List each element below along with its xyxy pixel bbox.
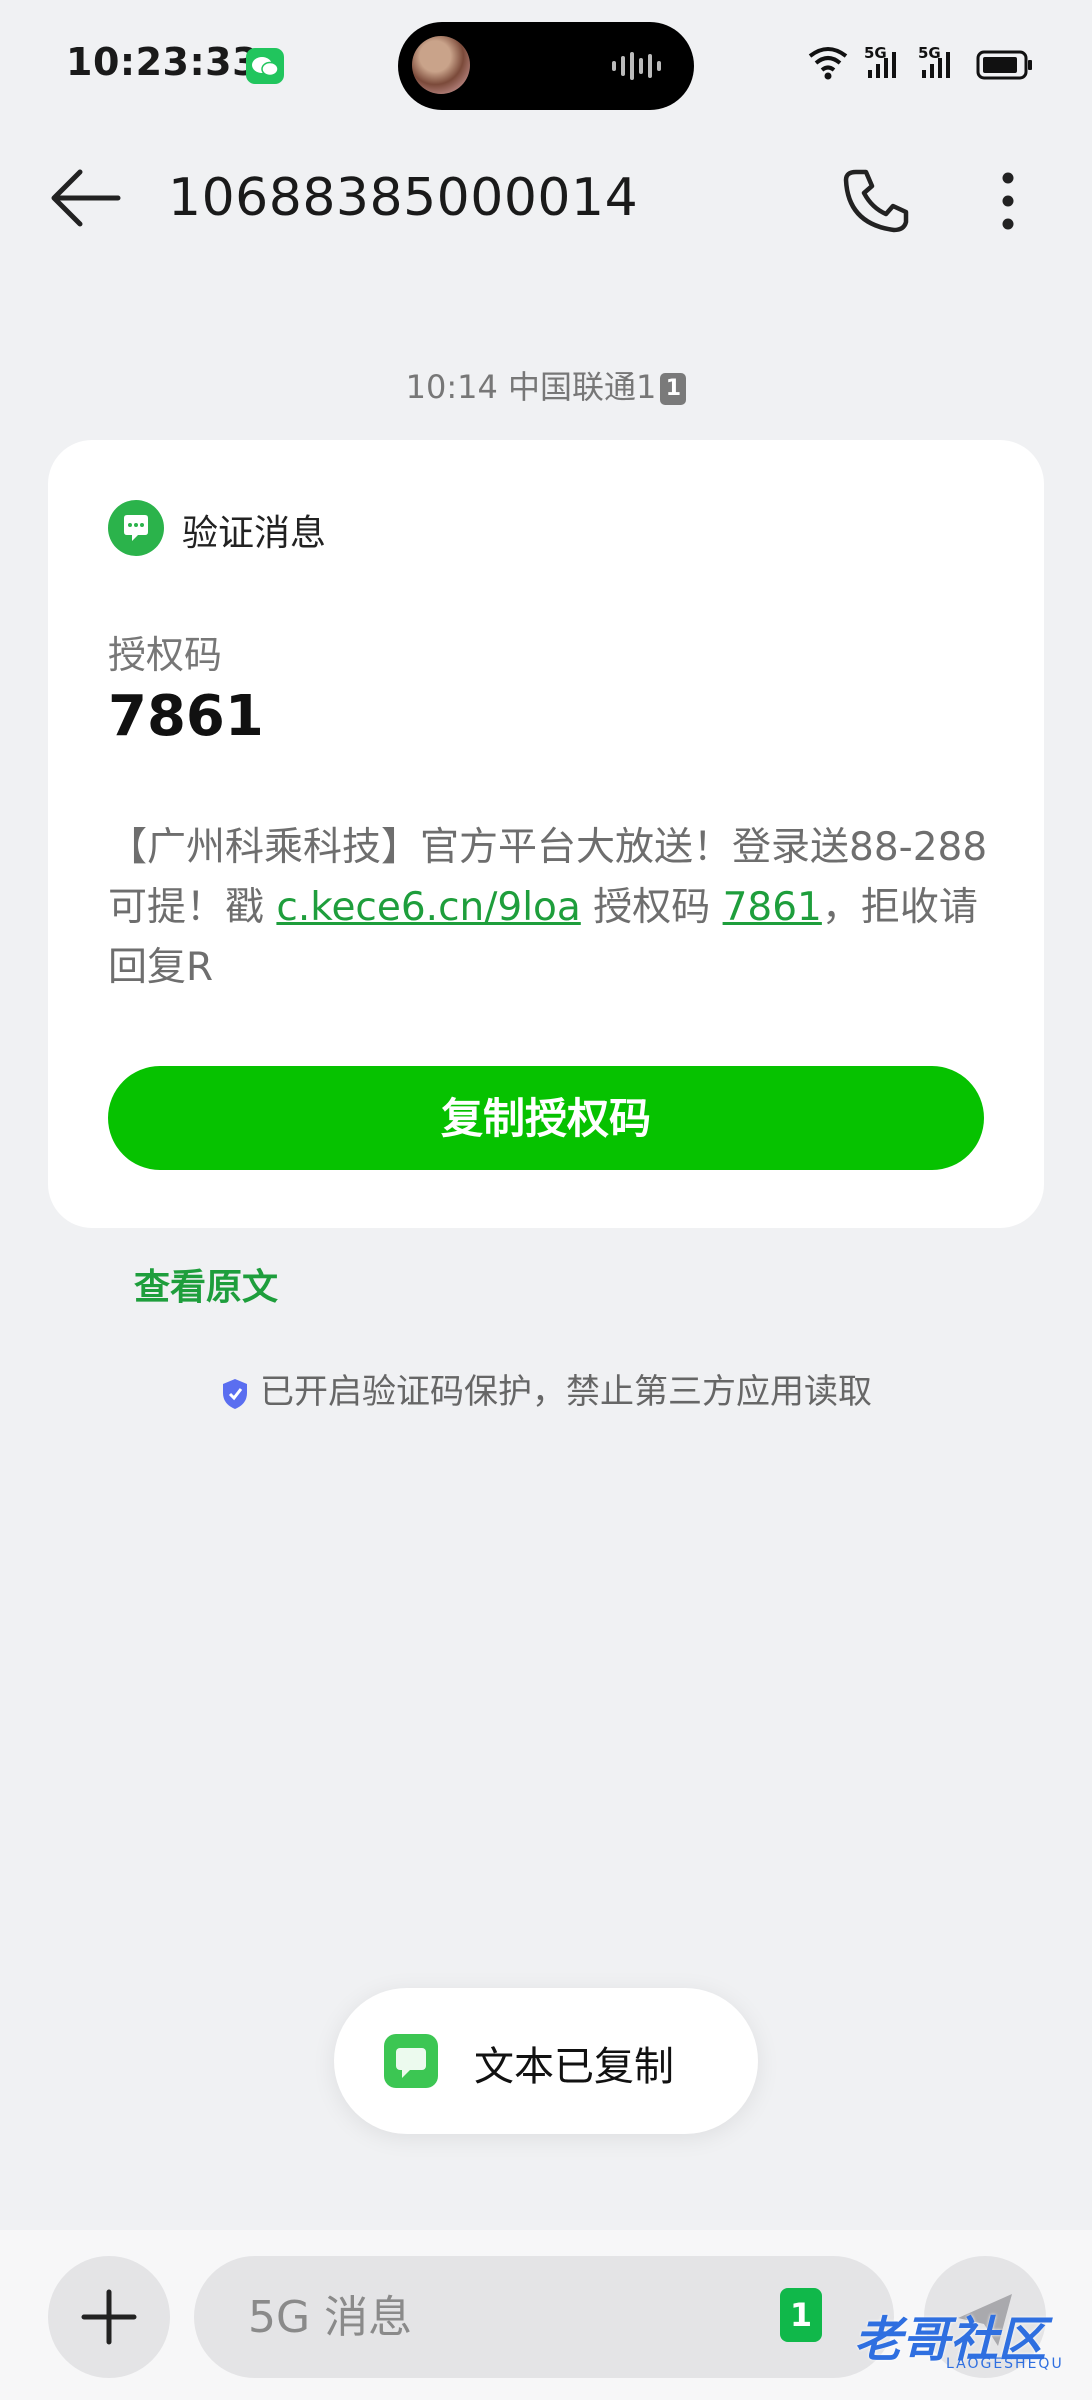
more-options-icon[interactable] <box>986 166 1030 236</box>
wechat-notification-icon <box>246 48 284 84</box>
verification-message-icon <box>108 500 164 556</box>
media-avatar-icon <box>412 36 470 94</box>
auth-code-label: 授权码 <box>108 633 223 677</box>
toast-text: 文本已复制 <box>474 2044 674 2090</box>
audio-wave-icon <box>612 52 661 80</box>
wifi-icon <box>808 47 848 80</box>
messages-app-icon <box>384 2034 438 2088</box>
shield-icon <box>223 1378 247 1409</box>
code-protection-notice: 已开启验证码保护，禁止第三方应用读取 <box>0 1364 1092 1413</box>
dynamic-island[interactable] <box>398 22 694 110</box>
carrier-label: 中国联通1 <box>508 368 657 406</box>
add-attachment-button[interactable] <box>48 2256 170 2378</box>
message-timestamp: 10:14 中国联通1 1 <box>0 362 1092 408</box>
battery-icon <box>976 50 1032 80</box>
verification-message-label: 验证消息 <box>182 513 327 554</box>
copied-toast: 文本已复制 <box>334 1988 758 2134</box>
phone-call-icon[interactable] <box>840 166 912 236</box>
message-code-link[interactable]: 7861 <box>723 885 822 930</box>
auth-code-value: 7861 <box>108 684 264 749</box>
conversation-title: 10688385000014 <box>168 168 639 228</box>
network-label-2: 5G <box>918 44 941 62</box>
copy-auth-code-button[interactable]: 复制授权码 <box>108 1066 984 1170</box>
view-original-link[interactable]: 查看原文 <box>134 1258 278 1310</box>
code-protection-text: 已开启验证码保护，禁止第三方应用读取 <box>260 1372 872 1412</box>
sim-slot-badge: 1 <box>660 373 687 405</box>
status-time: 10:23:33 <box>66 40 260 84</box>
watermark-subtext: LAOGESHEQU <box>946 2356 1064 2372</box>
back-arrow-icon[interactable] <box>48 166 124 230</box>
message-link[interactable]: c.kece6.cn/9loa <box>276 885 580 930</box>
system-status-icons: 5G 5G <box>808 44 1032 80</box>
network-label-1: 5G <box>864 44 887 62</box>
composer-sim-badge[interactable]: 1 <box>780 2288 822 2342</box>
message-body: 【广州科乘科技】官方平台大放送！登录送88-288可提！戳 c.kece6.cn… <box>108 818 1008 998</box>
message-body-middle: 授权码 <box>580 885 723 930</box>
timestamp-time: 10:14 <box>405 368 498 406</box>
verification-message-card: 验证消息 授权码 7861 【广州科乘科技】官方平台大放送！登录送88-288可… <box>48 440 1044 1228</box>
